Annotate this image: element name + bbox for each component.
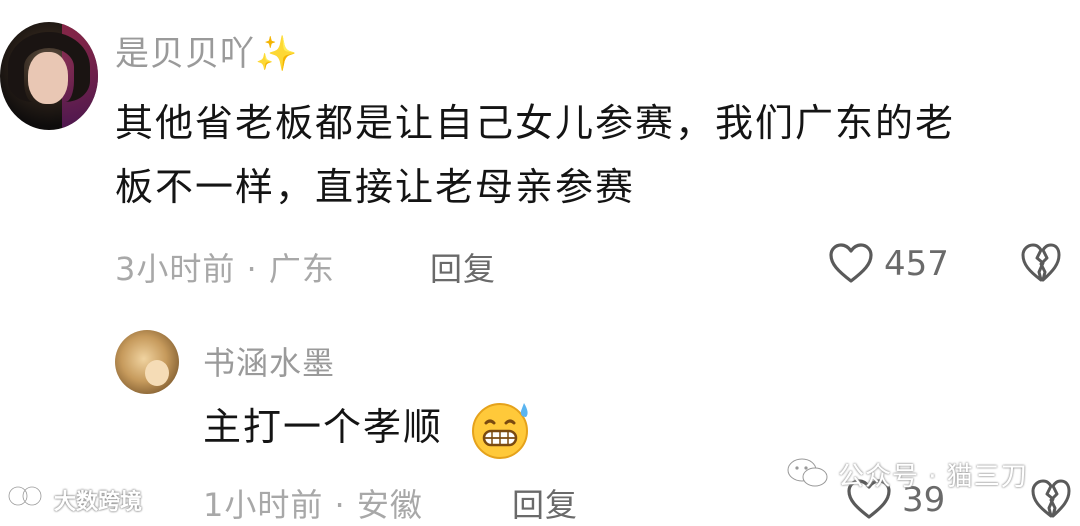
grinning-sweat-emoji [472,403,528,459]
broken-heart-icon[interactable] [1030,478,1072,520]
watermark-right: 公众号 · 猫三刀 [838,462,1028,492]
reply-username[interactable]: 书涵水墨 [203,338,335,384]
watermark-logo-icon [8,485,43,507]
reply-reply-button[interactable]: 回复 [512,480,578,526]
watermark-left: 大数跨境 [54,490,143,515]
heart-outline-icon[interactable] [828,242,874,284]
comment-username[interactable]: 是贝贝吖✨ [115,26,298,75]
like-count: 457 [884,244,949,284]
avatar-hand [145,360,169,386]
comment-text-line2: 板不一样，直接让老母亲参赛 [115,165,636,209]
reply-avatar[interactable] [115,330,179,394]
reply-time-location: 1小时前 · 安徽 [203,486,423,524]
avatar[interactable] [0,22,98,130]
comment-time-location: 3小时前 · 广东 [115,250,335,288]
reply-text: 主打一个孝顺 [203,405,444,449]
avatar-face [28,52,68,104]
reply-button[interactable]: 回复 [430,244,496,290]
wechat-icon [787,458,828,487]
comment-text-line1: 其他省老板都是让自己女儿参赛，我们广东的老 [115,101,956,145]
broken-heart-icon[interactable] [1020,242,1062,284]
